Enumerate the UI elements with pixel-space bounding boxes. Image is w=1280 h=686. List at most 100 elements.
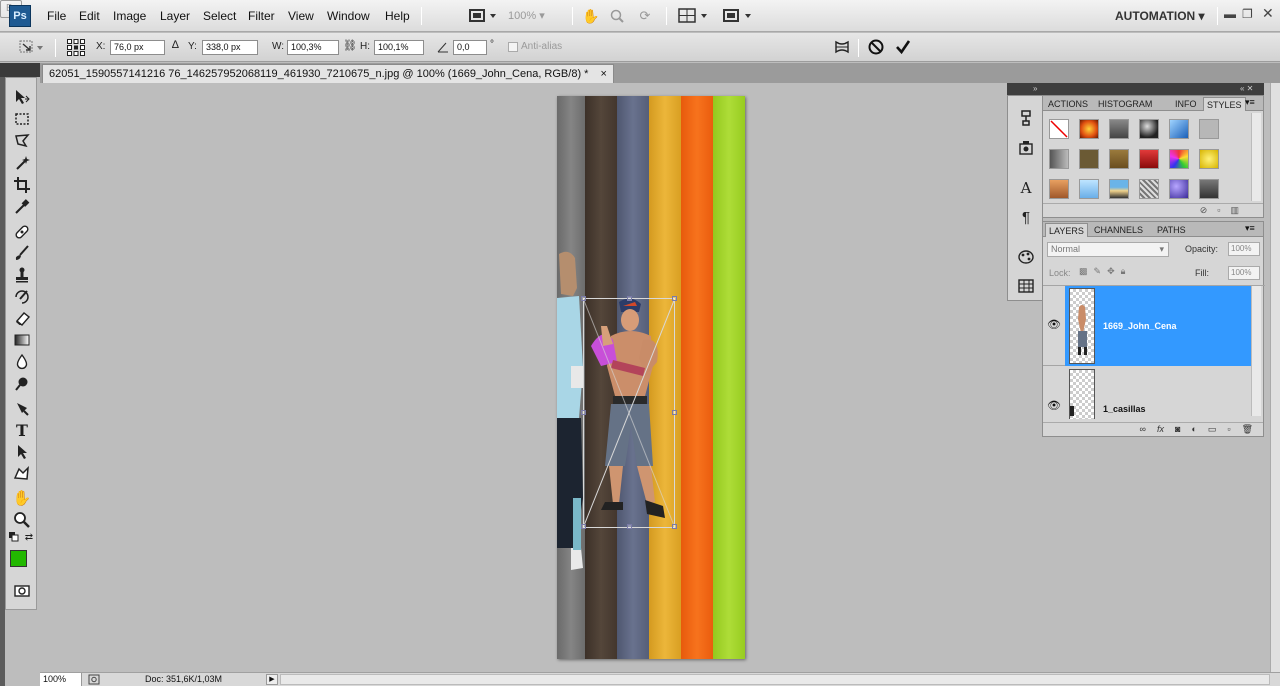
style-swatch[interactable] (1139, 119, 1159, 139)
style-swatch[interactable] (1079, 119, 1099, 139)
blend-mode-select[interactable]: Normal ▾ (1047, 242, 1169, 257)
layer-name[interactable]: 1669_John_Cena (1103, 321, 1177, 331)
type-tool-icon[interactable]: T (11, 420, 33, 440)
trash-icon[interactable]: 🗑︎ (1242, 423, 1253, 436)
menu-view[interactable]: View (288, 9, 314, 23)
transform-handle-right[interactable] (672, 410, 677, 415)
panel-menu-icon[interactable]: ▾≡ (1245, 223, 1255, 234)
paragraph-icon[interactable]: ¶ (1016, 207, 1036, 227)
minimize-icon[interactable]: ▬ (1224, 7, 1236, 21)
status-zoom-field[interactable]: 100% (40, 673, 82, 686)
height-field[interactable]: 100,1% (374, 40, 424, 55)
arrange-documents-icon[interactable] (677, 6, 711, 26)
add-mask-icon[interactable]: ◙ (1175, 423, 1180, 436)
menu-file[interactable]: File (47, 9, 66, 23)
y-position-field[interactable]: 338,0 px (202, 40, 258, 55)
menu-filter[interactable]: Filter (248, 9, 275, 23)
style-swatch[interactable] (1139, 179, 1159, 199)
gradient-tool-icon[interactable] (11, 330, 33, 350)
style-swatch[interactable] (1199, 119, 1219, 139)
layers-scrollbar[interactable] (1251, 286, 1261, 416)
style-swatch-none[interactable] (1049, 119, 1069, 139)
menu-image[interactable]: Image (113, 9, 146, 23)
warp-mode-icon[interactable] (832, 37, 852, 57)
style-swatch[interactable] (1169, 179, 1189, 199)
move-tool-icon[interactable] (11, 87, 33, 107)
custom-shape-tool-icon[interactable] (11, 464, 33, 484)
quick-mask-icon[interactable] (11, 581, 33, 601)
opacity-field[interactable]: 100% (1228, 242, 1260, 256)
link-proportions-icon[interactable]: ⛓ (343, 39, 357, 52)
x-position-field[interactable]: 76,0 px (110, 40, 165, 55)
style-swatch[interactable] (1049, 179, 1069, 199)
tools-panel-header[interactable] (0, 63, 40, 77)
foreground-color-swatch[interactable] (10, 550, 27, 567)
menu-edit[interactable]: Edit (79, 9, 100, 23)
visibility-eye-icon[interactable]: 👁︎ (1047, 399, 1061, 413)
document-tab[interactable]: 62051_1590557141216 76_146257952068119_4… (42, 64, 614, 83)
restore-icon[interactable]: ❐ (1242, 7, 1253, 21)
panel-menu-icon[interactable]: ▾≡ (1245, 97, 1255, 108)
transform-handle-bottom[interactable] (627, 524, 632, 529)
collapsed-panels-header[interactable]: » (1007, 83, 1043, 95)
new-group-icon[interactable]: ▭ (1208, 423, 1217, 436)
blur-tool-icon[interactable] (11, 352, 33, 372)
tab-channels[interactable]: CHANNELS (1091, 223, 1146, 237)
adjustment-layer-icon[interactable]: ◐ (1191, 423, 1196, 436)
style-swatch[interactable] (1079, 179, 1099, 199)
crop-tool-icon[interactable] (11, 175, 33, 195)
style-swatch[interactable] (1199, 149, 1219, 169)
cancel-transform-icon[interactable] (866, 37, 886, 57)
clone-stamp-tool-icon[interactable] (11, 265, 33, 285)
screen-mode-icon[interactable] (721, 6, 755, 26)
delta-icon[interactable]: ∆ (172, 39, 179, 51)
rotate-view-icon[interactable]: ⟳ (636, 6, 654, 26)
style-swatch[interactable] (1049, 149, 1069, 169)
layer-name[interactable]: 1_casillas (1103, 404, 1146, 414)
eraser-tool-icon[interactable] (11, 308, 33, 328)
document-canvas[interactable] (557, 96, 745, 659)
eyedropper-tool-icon[interactable] (11, 197, 33, 217)
style-swatch[interactable] (1199, 179, 1219, 199)
tab-styles[interactable]: STYLES (1203, 97, 1246, 111)
panel-group-header[interactable]: « ✕ (1042, 83, 1264, 95)
transform-handle-top-left[interactable] (581, 296, 586, 301)
dodge-tool-icon[interactable] (11, 374, 33, 394)
fill-field[interactable]: 100% (1228, 266, 1260, 280)
lock-all-icon[interactable]: 🔒︎ (1121, 266, 1126, 279)
style-swatch[interactable] (1109, 119, 1129, 139)
character-icon[interactable]: A (1016, 178, 1036, 198)
status-info-icon[interactable] (88, 674, 100, 685)
lasso-tool-icon[interactable] (11, 131, 33, 151)
styles-footer-icons[interactable]: ⊘▫▥ (1043, 203, 1263, 217)
canvas-vertical-scrollbar[interactable] (1270, 83, 1280, 672)
tab-info[interactable]: INFO (1172, 97, 1200, 111)
path-selection-tool-icon[interactable] (11, 442, 33, 462)
lock-image-icon[interactable]: ✎ (1094, 266, 1102, 279)
healing-brush-tool-icon[interactable] (11, 222, 33, 242)
close-document-icon[interactable]: × (600, 68, 606, 80)
style-swatch[interactable] (1109, 179, 1129, 199)
width-field[interactable]: 100,3% (287, 40, 339, 55)
style-swatch[interactable] (1139, 149, 1159, 169)
canvas-horizontal-scrollbar[interactable] (280, 674, 1270, 685)
visibility-eye-icon[interactable]: 👁︎ (1047, 318, 1061, 332)
workspace-switcher[interactable]: AUTOMATION ▾ (1115, 9, 1205, 23)
antialias-checkbox[interactable] (508, 42, 518, 52)
clone-source-icon[interactable] (1016, 138, 1036, 158)
zoom-combo[interactable]: 100% ▾ (508, 9, 545, 22)
transform-handle-bottom-right[interactable] (672, 524, 677, 529)
transform-handle-top-right[interactable] (672, 296, 677, 301)
tab-actions[interactable]: ACTIONS (1045, 97, 1091, 111)
transform-handle-left[interactable] (581, 410, 586, 415)
brush-presets-icon[interactable] (1016, 247, 1036, 267)
tab-layers[interactable]: LAYERS (1045, 223, 1088, 237)
hand-tool-icon[interactable]: ✋ (582, 6, 600, 26)
navigator-grid-icon[interactable] (1016, 276, 1036, 296)
pen-tool-icon[interactable] (11, 399, 33, 419)
transform-bounding-box[interactable] (581, 296, 677, 529)
menu-layer[interactable]: Layer (160, 9, 190, 23)
style-swatch[interactable] (1109, 149, 1129, 169)
status-menu-arrow-icon[interactable]: ▶ (266, 674, 278, 685)
tab-paths[interactable]: PATHS (1154, 223, 1189, 237)
